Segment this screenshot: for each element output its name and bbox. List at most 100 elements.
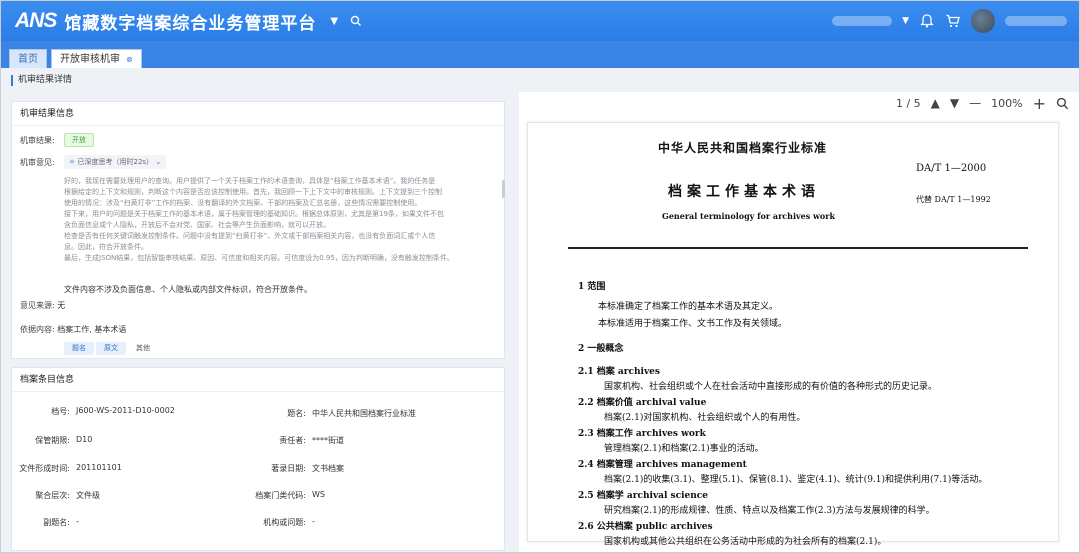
result-value: 开放 <box>64 133 94 147</box>
thought-process: 好的，我现在需要处理用户的查询。用户提供了一个关于档案工作的术语查询，具体是“档… <box>64 176 494 264</box>
status-badge: 开放 <box>64 133 94 147</box>
field-value: - <box>76 517 79 526</box>
app-title: 馆藏数字档案综合业务管理平台 <box>64 13 317 34</box>
chevron-down-icon[interactable]: ▼ <box>902 16 909 26</box>
term-heading: 2.1 档案 archives <box>578 367 660 377</box>
term-definition: 档案(2.1)的收集(3.1)、整理(5.1)、保管(8.1)、鉴定(4.1)、… <box>604 475 988 485</box>
header-right: ▼ <box>832 1 1067 41</box>
field-value: WS <box>312 490 325 499</box>
thought-line: 根据给定的上下文和规则，判断这个内容是否应该控制使用。首先，我回顾一下上下文中的… <box>64 188 442 196</box>
thought-line: 好的，我现在需要处理用户的查询。用户提供了一个关于档案工作的术语查询，具体是“档… <box>64 177 436 185</box>
field-value: - <box>312 517 315 526</box>
field-label: 文件形成时间: <box>19 464 70 473</box>
chevron-down-icon[interactable]: ▼ <box>330 16 338 27</box>
field-label: 档号: <box>51 407 70 416</box>
field-label: 责任者: <box>279 436 306 445</box>
field-label: 档案门类代码: <box>255 491 306 500</box>
scrollbar[interactable] <box>502 180 505 198</box>
document-viewer: 1 / 5 ▲ ▼ — 100% + 中华人民共和国档案行业标准 DA/T 1—… <box>519 92 1079 552</box>
tab-label: 首页 <box>18 54 38 65</box>
basis-buttons: 题名 原文 其他 <box>64 342 158 355</box>
search-icon[interactable] <box>350 15 362 27</box>
search-icon[interactable] <box>1056 97 1069 110</box>
doc-text: 本标准适用于档案工作、文书工作及有关领域。 <box>598 319 788 329</box>
section-title: 档案条目信息 <box>12 368 504 392</box>
thought-line: 最后，生成JSON结果，包括智能审核结果、原因、可信度和相关内容。可信度设为0.… <box>64 254 454 262</box>
original-button[interactable]: 原文 <box>96 342 126 355</box>
section-title: 机审结果信息 <box>12 102 504 126</box>
logo: ANS <box>15 9 57 32</box>
section-heading: 2 一般概念 <box>578 344 624 354</box>
field-value: 201101101 <box>76 463 122 472</box>
user-name[interactable] <box>1005 16 1067 26</box>
term-heading: 2.6 公共档案 public archives <box>578 522 713 532</box>
field-label: 著录日期: <box>271 464 306 473</box>
deep-thinking-toggle[interactable]: ⚛ 已深度思考（用时22s） ⌄ <box>64 155 167 169</box>
field-value: 文件级 <box>76 491 100 500</box>
field-label: 副题名: <box>43 518 70 527</box>
field-value: D10 <box>76 435 93 444</box>
doc-code: DA/T 1—2000 <box>916 163 987 174</box>
cart-icon[interactable] <box>945 13 961 29</box>
basis-row: 依据内容: 档案工作, 基本术语 <box>20 324 126 335</box>
source-value: 无 <box>57 301 66 310</box>
tab-bar <box>1 41 1079 68</box>
next-page-icon[interactable]: ▼ <box>950 96 959 110</box>
title-button[interactable]: 题名 <box>64 342 94 355</box>
term-definition: 档案(2.1)对国家机构、社会组织或个人的有用性。 <box>604 413 806 423</box>
thought-line: 使用的情况：涉及“扫黄打非”工作的档案、没有翻译的外文档案、干部的档案及汇总名册… <box>64 199 422 207</box>
term-definition: 国家机构或其他公共组织在公务活动中形成的为社会所有的档案(2.1)。 <box>604 537 887 547</box>
app-window: ANS 馆藏数字档案综合业务管理平台 ▼ ▼ 首页 开放审核机审 ⊗ 机审结果详情… <box>0 0 1080 553</box>
basis-value: 档案工作, 基本术语 <box>57 325 127 334</box>
term-heading: 2.2 档案价值 archival value <box>578 398 707 408</box>
bell-icon[interactable] <box>919 13 935 29</box>
tab-open-review[interactable]: 开放审核机审 ⊗ <box>51 49 142 68</box>
result-label: 机审结果: <box>20 135 55 146</box>
zoom-out-icon[interactable]: — <box>969 96 981 110</box>
thought-line: 接下来，用户的问题是关于档案工作的基本术语，属于档案管理的基础知识。根据总体原则… <box>64 210 444 218</box>
left-panel: 机审结果信息 机审结果: 开放 机审意见: ⚛ 已深度思考（用时22s） ⌄ 好… <box>11 101 505 551</box>
field-label: 聚合层次: <box>35 491 70 500</box>
field-value: ****街道 <box>312 436 344 445</box>
label: 意见来源: <box>20 301 55 310</box>
field-value: 文书档案 <box>312 464 344 473</box>
thought-line: 息。因此，符合开放条件。 <box>64 243 148 251</box>
doc-header: 中华人民共和国档案行业标准 <box>658 141 828 155</box>
term-definition: 管理档案(2.1)和档案(2.1)事业的活动。 <box>604 444 764 454</box>
divider <box>568 247 1028 249</box>
tab-home[interactable]: 首页 <box>9 49 47 68</box>
avatar[interactable] <box>971 9 995 33</box>
source-row: 意见来源: 无 <box>20 300 65 311</box>
field-label: 机构或问题: <box>263 518 306 527</box>
term-definition: 国家机构、社会组织或个人在社会活动中直接形成的有价值的各种形式的历史记录。 <box>604 382 938 392</box>
other-button[interactable]: 其他 <box>128 342 158 355</box>
term-definition: 研究档案(2.1)的形成规律、性质、特点以及档案工作(2.3)方法与发展规律的科… <box>604 506 935 516</box>
prev-page-icon[interactable]: ▲ <box>931 96 940 110</box>
viewer-toolbar: 1 / 5 ▲ ▼ — 100% + <box>519 92 1079 114</box>
breadcrumb: 机审结果详情 <box>11 75 72 86</box>
document-page: 中华人民共和国档案行业标准 DA/T 1—2000 档案工作基本术语 代替 DA… <box>527 122 1059 547</box>
tab-row: 首页 开放审核机审 ⊗ <box>9 49 142 68</box>
chevron-down-icon: ⌄ <box>155 158 162 166</box>
field-label: 题名: <box>287 409 306 418</box>
archive-info-card: 档案条目信息 档号: J600-WS-2011-D10-0002 题名: 中华人… <box>11 367 505 551</box>
doc-replaces: 代替 DA/T 1—1992 <box>916 195 991 204</box>
label: 依据内容: <box>20 325 55 334</box>
label: 机审结果: <box>20 136 55 145</box>
thought-line: 检查是否有任何关键词触发控制条件。问题中没有提到“扫黄打非”、外文或干部档案相关… <box>64 232 436 240</box>
zoom-in-icon[interactable]: + <box>1033 94 1046 113</box>
review-result-card: 机审结果信息 机审结果: 开放 机审意见: ⚛ 已深度思考（用时22s） ⌄ 好… <box>11 101 505 359</box>
close-icon[interactable]: ⊗ <box>126 50 133 69</box>
user-org-name <box>832 16 893 26</box>
deep-thinking-label: 已深度思考（用时22s） <box>77 158 154 166</box>
tab-label: 开放审核机审 <box>60 53 120 65</box>
thought-line: 含负面信息或个人隐私，开放后不会对党、国家、社会等产生负面影响，就可以开放。 <box>64 221 330 229</box>
atom-icon: ⚛ <box>69 158 78 166</box>
page-indicator: 1 / 5 <box>895 96 921 110</box>
term-heading: 2.4 档案管理 archives management <box>578 460 747 470</box>
doc-subtitle: General terminology for archives work <box>662 211 836 221</box>
field-label: 保管期限: <box>35 436 70 445</box>
field-value: J600-WS-2011-D10-0002 <box>76 406 175 415</box>
section-heading: 1 范围 <box>578 282 606 292</box>
label: 机审意见: <box>20 158 55 167</box>
